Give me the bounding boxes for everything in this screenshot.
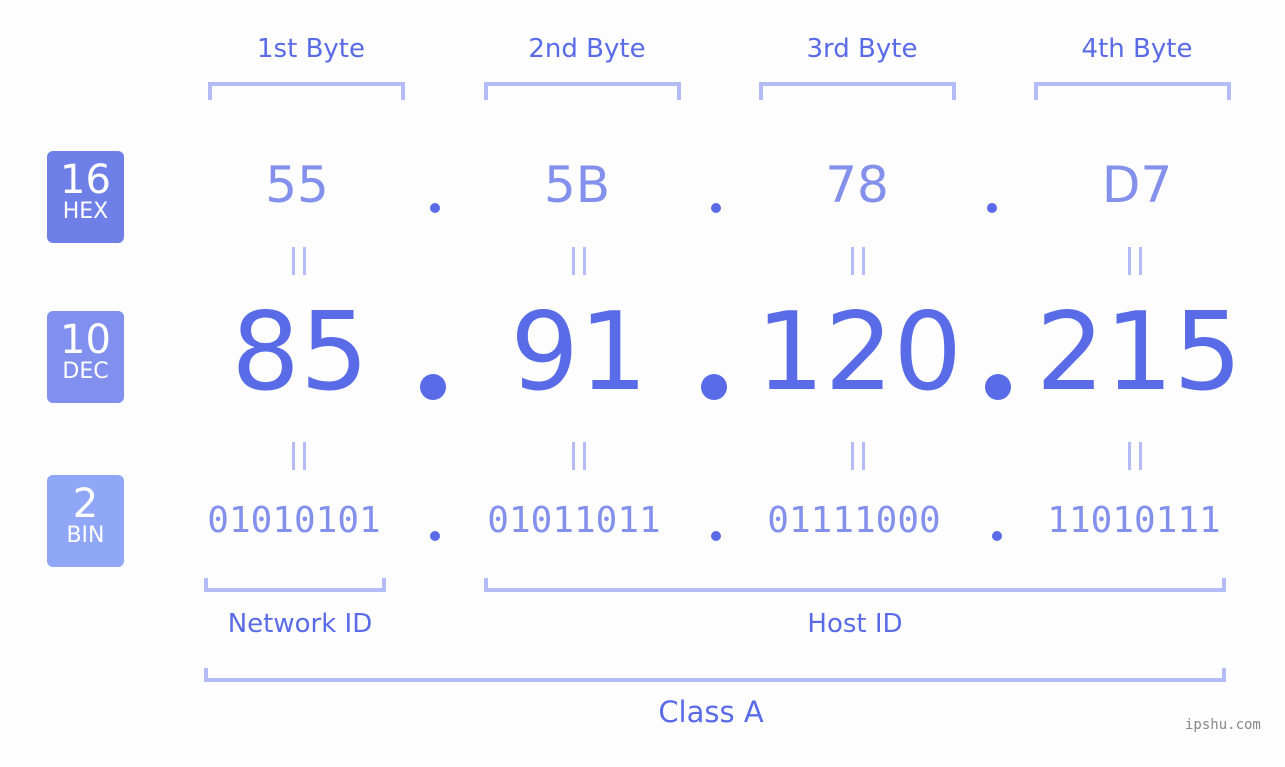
bin-dot <box>992 531 1002 541</box>
dec-value-1: 85 <box>231 290 369 415</box>
bin-label: BIN <box>66 523 105 548</box>
byte-bracket-2 <box>484 82 681 100</box>
equals-icon <box>292 247 306 275</box>
host-id-bracket <box>484 578 1226 592</box>
dec-value-3: 120 <box>755 290 963 415</box>
bin-value-4: 11010111 <box>1047 500 1221 541</box>
equals-icon <box>1128 247 1142 275</box>
bin-dot <box>430 531 440 541</box>
equals-icon <box>1128 442 1142 470</box>
network-id-label: Network ID <box>227 609 373 639</box>
equals-icon <box>572 442 586 470</box>
bin-value-1: 01010101 <box>207 500 381 541</box>
hex-dot <box>711 203 721 213</box>
dec-value-2: 91 <box>510 290 648 415</box>
hex-badge: 16 HEX <box>47 151 124 243</box>
bin-dot <box>711 531 721 541</box>
byte-label-4: 4th Byte <box>1081 34 1193 64</box>
bin-badge: 2 BIN <box>47 475 124 567</box>
hex-value-2: 5B <box>543 156 611 214</box>
watermark: ipshu.com <box>1185 717 1261 733</box>
bin-value-3: 01111000 <box>767 500 941 541</box>
hex-dot <box>430 203 440 213</box>
byte-label-2: 2nd Byte <box>528 34 646 64</box>
dec-badge: 10 DEC <box>47 311 124 403</box>
hex-value-3: 78 <box>825 156 889 214</box>
network-id-bracket <box>204 578 386 592</box>
byte-bracket-4 <box>1034 82 1231 100</box>
bin-value-2: 01011011 <box>487 500 661 541</box>
hex-dot <box>987 203 997 213</box>
dec-base: 10 <box>60 317 111 363</box>
hex-value-4: D7 <box>1101 156 1173 214</box>
dec-dot <box>420 374 446 400</box>
dec-dot <box>701 374 727 400</box>
byte-label-1: 1st Byte <box>257 34 365 64</box>
class-bracket <box>204 668 1226 682</box>
hex-label: HEX <box>62 199 109 224</box>
dec-dot <box>985 374 1011 400</box>
dec-label: DEC <box>62 359 109 384</box>
byte-label-3: 3rd Byte <box>806 34 918 64</box>
equals-icon <box>572 247 586 275</box>
equals-icon <box>851 442 865 470</box>
bin-base: 2 <box>72 481 99 527</box>
host-id-label: Host ID <box>807 609 903 639</box>
byte-bracket-3 <box>759 82 956 100</box>
hex-base: 16 <box>60 157 111 203</box>
equals-icon <box>851 247 865 275</box>
byte-bracket-1 <box>208 82 405 100</box>
equals-icon <box>292 442 306 470</box>
hex-value-1: 55 <box>265 156 329 214</box>
class-label: Class A <box>658 695 764 729</box>
dec-value-4: 215 <box>1035 290 1243 415</box>
